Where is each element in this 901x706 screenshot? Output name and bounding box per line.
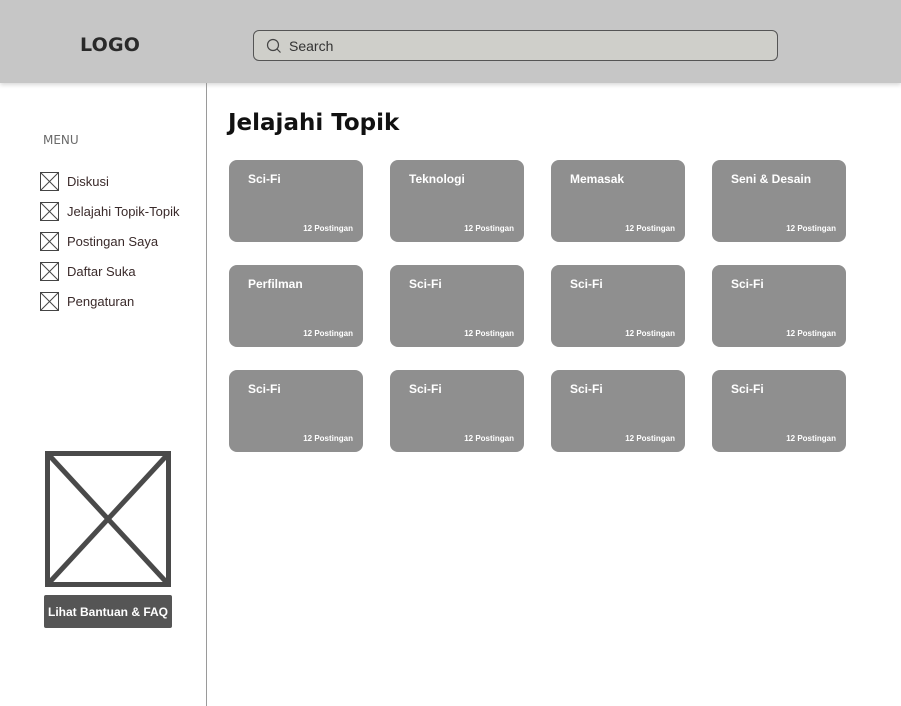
topic-post-count: 12 Postingan [303,434,353,443]
topic-title: Sci-Fi [409,382,442,396]
sidebar-item-label: Daftar Suka [67,263,136,279]
topic-post-count: 12 Postingan [786,329,836,338]
topic-title: Sci-Fi [409,277,442,291]
topic-card[interactable]: Sci-Fi 12 Postingan [712,370,846,452]
placeholder-icon [40,231,59,251]
topic-post-count: 12 Postingan [464,434,514,443]
topic-title: Sci-Fi [731,277,764,291]
image-placeholder-icon [45,451,171,587]
topic-post-count: 12 Postingan [303,224,353,233]
topic-card[interactable]: Sci-Fi 12 Postingan [551,265,685,347]
sidebar-item-diskusi[interactable]: Diskusi [40,166,180,196]
topic-card[interactable]: Sci-Fi 12 Postingan [229,160,363,242]
sidebar-divider [206,83,207,706]
sidebar-item-jelajahi-topik[interactable]: Jelajahi Topik-Topik [40,196,180,226]
sidebar-item-pengaturan[interactable]: Pengaturan [40,286,180,316]
topic-title: Sci-Fi [570,277,603,291]
sidebar-item-daftar-suka[interactable]: Daftar Suka [40,256,180,286]
sidebar-item-label: Pengaturan [67,293,135,309]
sidebar-item-label: Jelajahi Topik-Topik [67,203,180,219]
topic-card[interactable]: Sci-Fi 12 Postingan [551,370,685,452]
topic-post-count: 12 Postingan [625,329,675,338]
topic-title: Seni & Desain [731,172,812,186]
topic-post-count: 12 Postingan [625,434,675,443]
topic-post-count: 12 Postingan [786,224,836,233]
topic-title: Memasak [570,172,625,186]
topic-post-count: 12 Postingan [303,329,353,338]
topic-post-count: 12 Postingan [625,224,675,233]
topic-card[interactable]: Seni & Desain 12 Postingan [712,160,846,242]
topic-title: Teknologi [409,172,465,186]
topic-card[interactable]: Perfilman 12 Postingan [229,265,363,347]
page-title: Jelajahi Topik [228,110,400,136]
help-faq-button[interactable]: Lihat Bantuan & FAQ [44,595,172,628]
sidebar-item-label: Postingan Saya [67,233,159,249]
placeholder-icon [40,291,59,311]
placeholder-icon [40,261,59,281]
topic-post-count: 12 Postingan [786,434,836,443]
topic-post-count: 12 Postingan [464,329,514,338]
logo[interactable]: LOGO [80,34,140,56]
topic-card[interactable]: Sci-Fi 12 Postingan [229,370,363,452]
topic-title: Perfilman [248,277,303,291]
topic-card[interactable]: Sci-Fi 12 Postingan [390,265,524,347]
placeholder-icon [40,171,59,191]
topic-title: Sci-Fi [570,382,603,396]
placeholder-icon [40,201,59,221]
topic-card[interactable]: Sci-Fi 12 Postingan [390,370,524,452]
topic-card[interactable]: Teknologi 12 Postingan [390,160,524,242]
topic-title: Sci-Fi [248,382,281,396]
topic-card[interactable]: Memasak 12 Postingan [551,160,685,242]
menu-title: MENU [43,133,79,147]
topic-title: Sci-Fi [248,172,281,186]
sidebar-item-postingan-saya[interactable]: Postingan Saya [40,226,180,256]
search-icon [266,38,281,53]
topic-card[interactable]: Sci-Fi 12 Postingan [712,265,846,347]
topic-grid: Sci-Fi 12 Postingan Teknologi 12 Postingan… [229,160,846,452]
topic-title: Sci-Fi [731,382,764,396]
sidebar-item-label: Diskusi [67,173,109,189]
sidebar-menu: Diskusi Jelajahi Topik-Topik Postingan S… [40,166,180,316]
search-input[interactable] [289,37,729,54]
topic-post-count: 12 Postingan [464,224,514,233]
search-bar[interactable] [253,30,778,61]
top-header: LOGO [0,0,901,83]
